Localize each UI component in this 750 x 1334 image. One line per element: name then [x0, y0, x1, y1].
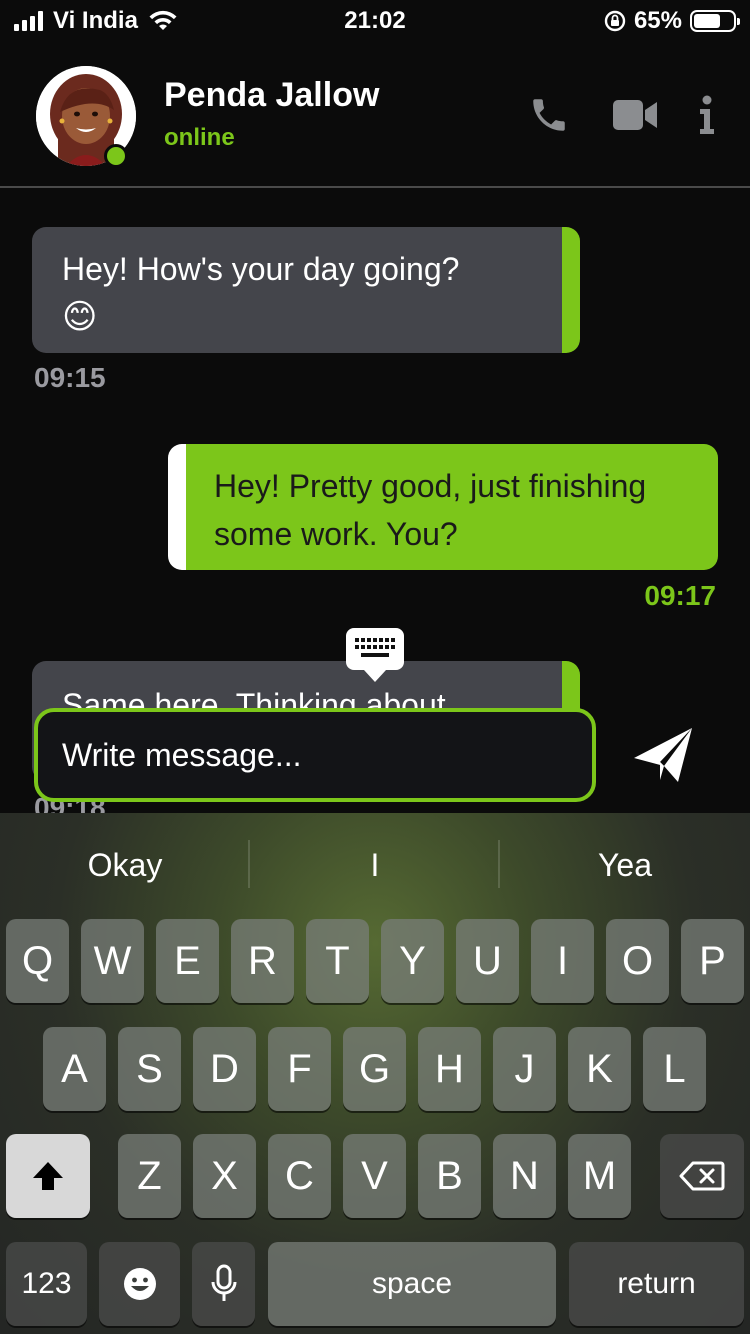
- key-m[interactable]: M: [568, 1134, 631, 1218]
- battery-icon: [690, 10, 740, 32]
- keyboard-toggle-icon[interactable]: [346, 628, 404, 682]
- key-f[interactable]: F: [268, 1027, 331, 1111]
- battery-percent: 65%: [633, 7, 682, 34]
- key-p[interactable]: P: [681, 919, 744, 1003]
- key-b[interactable]: B: [418, 1134, 481, 1218]
- key-s[interactable]: S: [118, 1027, 181, 1111]
- key-o[interactable]: O: [606, 919, 669, 1003]
- message-text: Hey! How's your day going?: [62, 251, 460, 287]
- space-key[interactable]: space: [268, 1242, 556, 1326]
- status-right: 65%: [604, 6, 740, 36]
- emoji-key[interactable]: [99, 1242, 180, 1326]
- suggestion-3[interactable]: Yea: [500, 835, 750, 895]
- suggestion-1[interactable]: Okay: [0, 835, 250, 895]
- key-y[interactable]: Y: [381, 919, 444, 1003]
- message-bubble-outgoing[interactable]: Hey! Pretty good, just finishing some wo…: [168, 444, 718, 570]
- key-a[interactable]: A: [43, 1027, 106, 1111]
- shift-arrow-icon: [33, 1162, 63, 1190]
- contact-name[interactable]: Penda Jallow: [164, 76, 379, 115]
- key-c[interactable]: C: [268, 1134, 331, 1218]
- presence-status: online: [164, 124, 235, 151]
- key-z[interactable]: Z: [118, 1134, 181, 1218]
- dictation-key[interactable]: [192, 1242, 255, 1326]
- numbers-key[interactable]: 123: [6, 1242, 87, 1326]
- suggestion-2[interactable]: I: [250, 835, 500, 895]
- emoji-icon: [123, 1268, 156, 1300]
- delete-key[interactable]: [660, 1134, 744, 1218]
- key-q[interactable]: Q: [6, 919, 69, 1003]
- info-icon[interactable]: [690, 92, 724, 138]
- key-j[interactable]: J: [493, 1027, 556, 1111]
- key-h[interactable]: H: [418, 1027, 481, 1111]
- key-n[interactable]: N: [493, 1134, 556, 1218]
- key-v[interactable]: V: [343, 1134, 406, 1218]
- rotation-lock-icon: [604, 10, 626, 32]
- key-d[interactable]: D: [193, 1027, 256, 1111]
- message-input[interactable]: [38, 712, 592, 798]
- key-k[interactable]: K: [568, 1027, 631, 1111]
- phone-icon[interactable]: [526, 92, 572, 138]
- key-u[interactable]: U: [456, 919, 519, 1003]
- send-icon[interactable]: [630, 722, 696, 788]
- backspace-icon: [679, 1161, 725, 1191]
- return-key[interactable]: return: [569, 1242, 744, 1326]
- key-g[interactable]: G: [343, 1027, 406, 1111]
- status-bar: Vi India 21:02 65%: [0, 0, 750, 42]
- shift-key[interactable]: [6, 1134, 90, 1218]
- message-timestamp: 09:17: [644, 580, 716, 611]
- microphone-icon: [211, 1264, 236, 1301]
- message-input-container: [34, 708, 596, 802]
- key-t[interactable]: T: [306, 919, 369, 1003]
- key-x[interactable]: X: [193, 1134, 256, 1218]
- message-timestamp: 09:15: [34, 362, 106, 393]
- key-r[interactable]: R: [231, 919, 294, 1003]
- message-bubble-incoming[interactable]: Hey! How's your day going? 😊: [32, 227, 580, 353]
- message-text: Hey! Pretty good, just finishing some wo…: [214, 468, 647, 552]
- key-l[interactable]: L: [643, 1027, 706, 1111]
- online-status-dot: [104, 144, 128, 168]
- smiley-emoji: 😊: [62, 298, 98, 336]
- key-i[interactable]: I: [531, 919, 594, 1003]
- key-w[interactable]: W: [81, 919, 144, 1003]
- video-camera-icon[interactable]: [610, 92, 660, 138]
- key-e[interactable]: E: [156, 919, 219, 1003]
